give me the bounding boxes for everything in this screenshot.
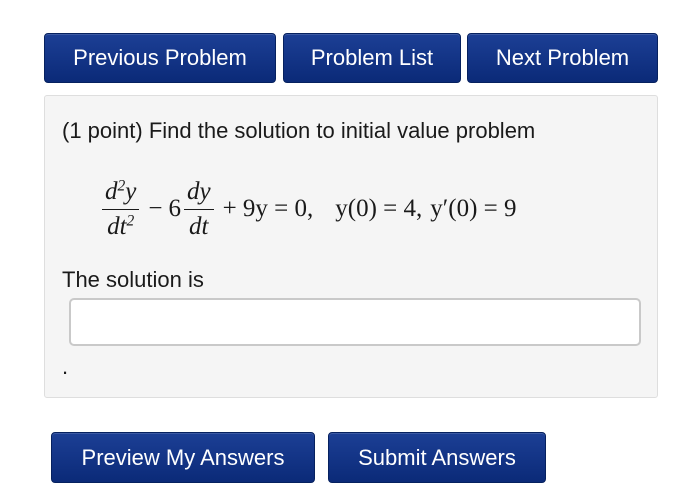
first-derivative-numerator: dy bbox=[183, 178, 214, 210]
submit-answers-button[interactable]: Submit Answers bbox=[328, 432, 546, 483]
first-derivative-denominator: dt bbox=[189, 212, 209, 240]
solution-label: The solution is bbox=[62, 267, 204, 292]
preview-answers-button[interactable]: Preview My Answers bbox=[51, 432, 315, 483]
problem-panel: (1 point) Find the solution to initial v… bbox=[44, 95, 658, 398]
next-problem-button[interactable]: Next Problem bbox=[467, 33, 658, 83]
previous-problem-button[interactable]: Previous Problem bbox=[44, 33, 276, 83]
second-derivative-denominator: dt2 bbox=[107, 211, 135, 240]
minus-sign: − bbox=[148, 195, 163, 222]
second-derivative-numerator: d2y bbox=[102, 178, 140, 210]
first-derivative-coefficient: 6 bbox=[168, 195, 181, 222]
second-derivative-fraction: d2y dt2 bbox=[102, 178, 140, 240]
initial-condition-1: y(0) = 4, bbox=[335, 195, 423, 222]
answer-input[interactable] bbox=[69, 298, 641, 346]
first-derivative-fraction: dy dt bbox=[183, 178, 214, 240]
equation-remainder: + 9y = 0, bbox=[222, 195, 314, 222]
differential-equation: d2y dt2 − 6 dy dt + 9y = 0, y(0) = 4, y′… bbox=[99, 174, 517, 244]
problem-list-button[interactable]: Problem List bbox=[283, 33, 461, 83]
trailing-period: . bbox=[62, 354, 69, 379]
initial-condition-2: y′(0) = 9 bbox=[430, 195, 517, 222]
problem-prompt: (1 point) Find the solution to initial v… bbox=[62, 118, 536, 143]
